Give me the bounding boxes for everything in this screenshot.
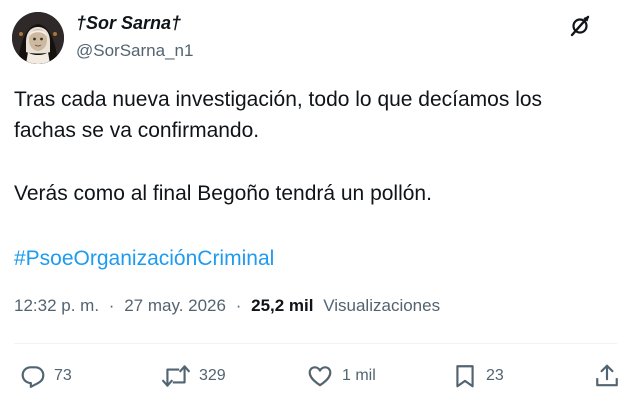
reply-button[interactable]: 73	[20, 362, 72, 390]
meta-separator: ·	[108, 296, 115, 315]
avatar-image	[12, 12, 64, 64]
tweet-time[interactable]: 12:32 p. m.	[14, 296, 99, 315]
meta-separator: ·	[235, 296, 242, 315]
divider	[14, 343, 617, 344]
bookmark-icon	[452, 363, 478, 389]
tweet-meta: 12:32 p. m. · 27 may. 2026 · 25,2 mil Vi…	[14, 296, 440, 316]
like-button[interactable]: 1 mil	[306, 362, 376, 390]
share-icon	[594, 363, 620, 389]
author-display-name[interactable]: †Sor Sarna†	[76, 13, 181, 34]
avatar[interactable]	[12, 12, 64, 64]
author-handle[interactable]: @SorSarna_n1	[76, 41, 193, 61]
bookmark-count: 23	[486, 367, 504, 384]
views-count: 25,2 mil	[251, 296, 314, 315]
hashtag-link[interactable]: #PsoeOrganizaciónCriminal	[14, 243, 274, 274]
reply-icon	[20, 363, 46, 389]
bookmark-button[interactable]: 23	[452, 362, 504, 390]
repost-icon	[161, 363, 191, 389]
tweet-text-line-2: fachas se va confirmando.	[14, 119, 260, 142]
tweet-card: †Sor Sarna† @SorSarna_n1 Tras cada nueva…	[0, 0, 631, 404]
tweet-text-line-3: Verás como al final Begoño tendrá un pol…	[14, 182, 432, 205]
share-button[interactable]	[594, 362, 620, 390]
reply-count: 73	[54, 367, 72, 384]
heart-icon	[306, 363, 334, 389]
tweet-text: Tras cada nueva investigación, todo lo q…	[14, 84, 614, 146]
repost-button[interactable]: 329	[161, 362, 226, 390]
tweet-date[interactable]: 27 may. 2026	[124, 296, 226, 315]
tweet-text-line-1: Tras cada nueva investigación, todo lo q…	[14, 88, 543, 111]
like-count: 1 mil	[342, 367, 376, 384]
grok-slash-icon[interactable]	[568, 14, 592, 38]
repost-count: 329	[199, 367, 226, 384]
views-label: Visualizaciones	[323, 296, 441, 315]
